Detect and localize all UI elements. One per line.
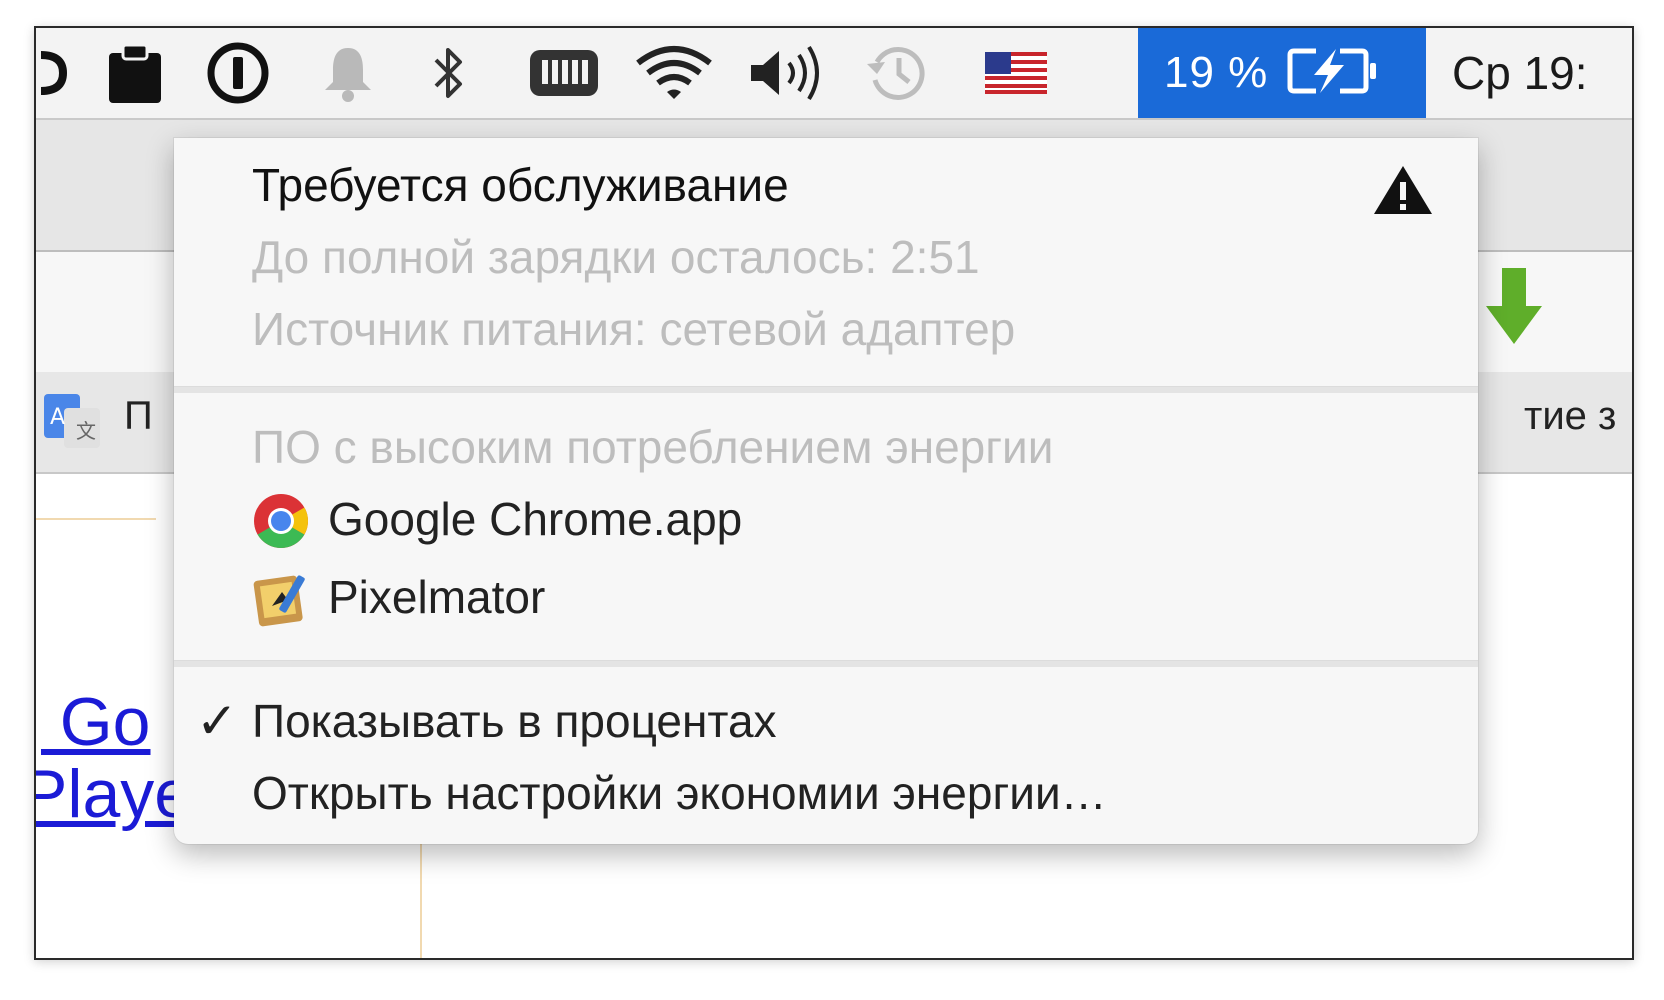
bookmark-left-label[interactable]: П xyxy=(124,394,153,439)
battery-percent: 19 % xyxy=(1164,48,1269,97)
content-rule xyxy=(36,518,156,520)
pixelmator-icon xyxy=(252,570,308,639)
status-row: Требуется обслуживание xyxy=(174,158,1478,218)
show-percentage-label: Показывать в процентах xyxy=(252,695,777,747)
open-energy-prefs-label: Открыть настройки экономии энергии… xyxy=(252,767,1107,819)
power-source: Источник питания: сетевой адаптер xyxy=(252,303,1016,355)
battery-charging-icon xyxy=(1286,47,1378,100)
memory-icon[interactable] xyxy=(526,28,602,118)
chrome-icon xyxy=(252,492,310,561)
app-item-chrome[interactable]: Google Chrome.app xyxy=(174,492,1478,554)
menu-separator xyxy=(174,660,1478,667)
google-translate-icon[interactable]: A 文 xyxy=(44,394,100,455)
1password-icon[interactable] xyxy=(206,28,270,118)
svg-text:文: 文 xyxy=(76,419,96,443)
app-name: Google Chrome.app xyxy=(328,493,743,545)
menu-separator xyxy=(174,386,1478,393)
menu-clock[interactable]: Ср 19: xyxy=(1452,28,1588,118)
screen-frame: 19 % Ср 19: A 文 П тие з , Go Player Треб… xyxy=(34,26,1634,960)
wifi-icon[interactable] xyxy=(632,28,716,118)
app-name: Pixelmator xyxy=(328,571,546,623)
time-remaining: До полной зарядки осталось: 2:51 xyxy=(252,231,980,283)
bookmark-right-label[interactable]: тие з xyxy=(1524,394,1616,439)
warning-icon xyxy=(1372,164,1434,227)
download-arrow-icon[interactable] xyxy=(1486,268,1542,353)
status-title: Требуется обслуживание xyxy=(252,159,789,211)
notification-bell-icon[interactable] xyxy=(320,28,376,118)
volume-icon[interactable] xyxy=(746,28,830,118)
bluetooth-icon[interactable] xyxy=(428,28,468,118)
energy-section-header: ПО с высоким потреблением энергии xyxy=(252,421,1054,473)
us-flag-icon[interactable] xyxy=(984,28,1048,118)
clipboard-icon[interactable] xyxy=(104,28,166,118)
time-machine-icon[interactable] xyxy=(862,28,932,118)
battery-menu-item[interactable]: 19 % xyxy=(1138,28,1426,118)
page-link-line1[interactable]: , Go xyxy=(36,686,151,758)
battery-dropdown-menu: Требуется обслуживание До полной зарядки… xyxy=(174,138,1478,844)
menu-bar: 19 % Ср 19: xyxy=(36,28,1632,120)
checkmark-icon: ✓ xyxy=(196,693,238,749)
svg-text:A: A xyxy=(50,405,65,430)
app-partial-icon[interactable] xyxy=(36,28,72,118)
app-item-pixelmator[interactable]: Pixelmator xyxy=(174,570,1478,632)
